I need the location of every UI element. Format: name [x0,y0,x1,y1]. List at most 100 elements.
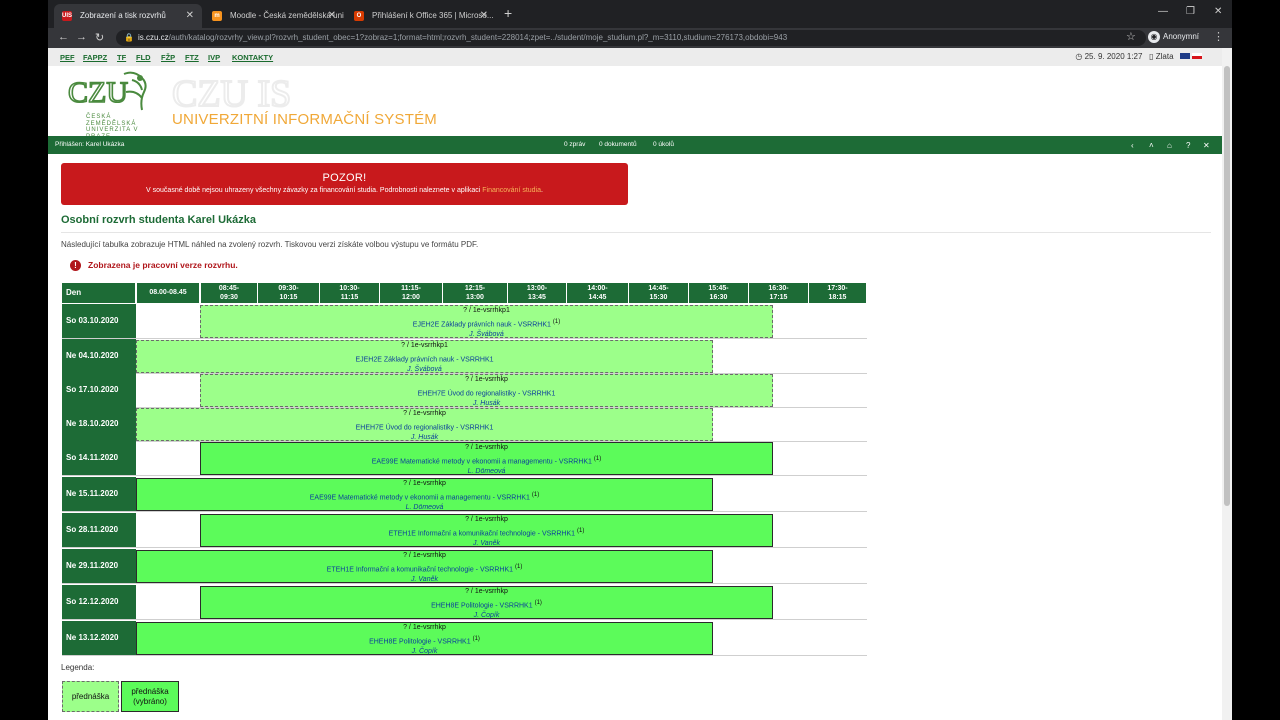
web-page: PEF FAPPZ TF FLD FŽP FTZ IVP KONTAKTY ◷ … [48,48,1232,720]
lecture-event[interactable]: ? / 1e-vsrrhkp EHEH7E Úvod do regionalist… [136,408,713,441]
faculty-link-tf[interactable]: TF [117,53,126,62]
event-course[interactable]: EHEH7E Úvod do regionalistiky - VSRRHK1 [418,390,556,397]
header-timeslot: 17:30- 18:15 [809,283,867,303]
scrollbar-thumb[interactable] [1224,66,1230,506]
home-icon[interactable]: ⌂ [1167,141,1172,150]
new-tab-icon[interactable]: + [504,5,512,21]
event-course[interactable]: ETEH1E Informační a komunikační technolo… [389,530,575,537]
documents-count[interactable]: 0 dokumentů [599,141,637,148]
minimize-icon[interactable]: — [1158,6,1168,17]
messages-count[interactable]: 0 zpráv [564,141,585,148]
faculty-link-fzp[interactable]: FŽP [161,53,175,62]
lecture-event[interactable]: ? / 1e-vsrrhkp EAE99E Matematické metody … [200,442,773,475]
header-timeslot: 08:45- 09:30 [201,283,258,303]
tasks-count[interactable]: 0 úkolů [653,141,674,148]
day-cell: Ne 29.11.2020 [62,549,136,583]
back-icon[interactable]: ← [58,31,69,43]
up-icon[interactable]: ˄ [1149,141,1154,150]
timeslot-start: 15:45- [708,285,729,292]
timeslot-end: 10:15 [279,293,298,301]
datetime: 25. 9. 2020 1:27 [1084,52,1143,61]
event-course-line: EHEH7E Úvod do regionalistiky - VSRRHK1 [137,420,712,434]
uis-watermark-icon: CZU IS [172,72,292,112]
table-row: So 03.10.2020 ? / 1e-vsrrhkp1 EJEH2E Zákla… [62,304,867,339]
event-course[interactable]: EJEH2E Základy právních nauk - VSRRHK1 [355,356,493,363]
event-course[interactable]: EHEH8E Politologie - VSRRHK1 [431,602,533,609]
restore-icon[interactable]: ❐ [1186,6,1195,17]
table-row: Ne 13.12.2020 ? / 1e-vsrrhkp EHEH8E Polito… [62,621,867,656]
bookmark-star-icon[interactable]: ☆ [1126,30,1136,43]
day-cell: So 12.12.2020 [62,585,136,619]
close-icon[interactable]: ✕ [480,4,488,28]
faculty-link-pef[interactable]: PEF [60,53,75,62]
flag-cz-icon[interactable] [1192,53,1202,59]
scrollbar[interactable] [1222,48,1232,720]
back-nav-icon[interactable]: ‹ [1131,141,1134,150]
event-course[interactable]: EAE99E Matematické metody v ekonomii a m… [372,458,592,465]
faculty-link-ftz[interactable]: FTZ [185,53,199,62]
financing-link[interactable]: Financování studia [482,187,541,194]
site-header: CZU ČESKÁ ZEMĚDĚLSKÁ UNIVERZITA V PRAZE … [48,66,1222,140]
timeslot-end: 11:15 [340,293,359,301]
event-course-line: EAE99E Matematické metody v ekonomii a m… [137,490,712,504]
timeslot-start: 13:00- [526,285,548,292]
close-icon[interactable]: ✕ [328,4,336,28]
logout-close-icon[interactable]: ✕ [1203,141,1210,150]
reload-icon[interactable]: ↻ [95,31,104,44]
faculty-link-kontakty[interactable]: KONTAKTY [232,53,273,62]
event-course[interactable]: EHEH7E Úvod do regionalistiky - VSRRHK1 [356,424,494,431]
tab-schedule[interactable]: UIS Zobrazení a tisk rozvrhů ✕ [54,4,202,28]
forward-icon[interactable]: → [76,31,87,43]
tab-moodle[interactable]: m Moodle - Česká zemědělská uni... ✕ [204,4,344,28]
lecture-event[interactable]: ? / 1e-vsrrhkp1 EJEH2E Základy právních n… [136,340,713,373]
event-course-line: EHEH8E Politologie - VSRRHK1 (1) [201,598,772,612]
url-input[interactable]: 🔒 is.czu.cz/auth/katalog/rozvrhy_view.pl… [116,30,1146,46]
event-room: ? / 1e-vsrrhkp [465,588,508,595]
event-course[interactable]: EJEH2E Základy právních nauk - VSRRHK1 [413,321,551,328]
lecture-event[interactable]: ? / 1e-vsrrhkp ETEH1E Informační a komuni… [200,514,773,547]
event-note: (1) [552,318,561,325]
day-cell: So 17.10.2020 [62,373,136,407]
browser-tab-strip: UIS Zobrazení a tisk rozvrhů ✕ m Moodle … [48,0,1232,28]
window-close-icon[interactable]: ✕ [1214,6,1222,17]
timeslot-end: 16:30 [709,293,728,301]
table-row: Ne 04.10.2020 ? / 1e-vsrrhkp1 EJEH2E Zákla… [62,339,867,374]
divider [61,232,1211,233]
event-room: ? / 1e-vsrrhkp1 [463,307,510,314]
event-course[interactable]: ETEH1E Informační a komunikační technolo… [327,566,513,573]
warning-icon: ! [70,260,81,271]
table-row: Ne 18.10.2020 ? / 1e-vsrrhkp EHEH7E Úvod d… [62,407,867,442]
czu-logo[interactable]: CZU ČESKÁ ZEMĚDĚLSKÁ UNIVERZITA V PRAZE [66,70,158,140]
page-title: Osobní rozvrh studenta Karel Ukázka [61,214,256,226]
legend-lecture-selected: přednáška (vybráno) [121,681,179,712]
faculty-link-fld[interactable]: FLD [136,53,151,62]
tab-office365[interactable]: O Přihlášení k Office 365 | Microso... ✕ [346,4,496,28]
close-icon[interactable]: ✕ [186,4,194,28]
help-icon[interactable]: ? [1186,141,1190,150]
lecture-event[interactable]: ? / 1e-vsrrhkp EHEH7E Úvod do regionalist… [200,374,773,407]
clock-icon: ◷ [1075,52,1083,61]
lecture-event[interactable]: ? / 1e-vsrrhkp EHEH8E Politologie - VSRRH… [200,586,773,619]
table-row: So 17.10.2020 ? / 1e-vsrrhkp EHEH7E Úvod d… [62,373,867,408]
legend-lecture-label: přednáška [71,692,110,701]
event-course-line: ETEH1E Informační a komunikační technolo… [201,526,772,540]
event-course-line: EJEH2E Základy právních nauk - VSRRHK1 [137,352,712,366]
event-course-line: EJEH2E Základy právních nauk - VSRRHK1 (… [201,317,772,331]
lecture-event[interactable]: ? / 1e-vsrrhkp EAE99E Matematické metody … [136,478,713,511]
svg-text:CZU IS: CZU IS [172,73,291,112]
event-course[interactable]: EAE99E Matematické metody v ekonomii a m… [310,494,530,501]
event-room: ? / 1e-vsrrhkp [465,444,508,451]
legend-title: Legenda: [61,663,95,672]
table-row: So 12.12.2020 ? / 1e-vsrrhkp EHEH8E Polito… [62,585,867,620]
timeslot-end: 17:15 [769,293,788,301]
flag-en-icon[interactable] [1180,53,1190,59]
lecture-event[interactable]: ? / 1e-vsrrhkp1 EJEH2E Základy právních n… [200,305,773,338]
faculty-link-fappz[interactable]: FAPPZ [83,53,107,62]
menu-kebab-icon[interactable]: ⋮ [1213,30,1224,43]
event-course-line: EHEH7E Úvod do regionalistiky - VSRRHK1 [201,386,772,400]
lecture-event[interactable]: ? / 1e-vsrrhkp ETEH1E Informační a komuni… [136,550,713,583]
profile-button[interactable]: ◉ Anonymní [1148,31,1199,43]
faculty-link-ivp[interactable]: IVP [208,53,220,62]
event-course[interactable]: EHEH8E Politologie - VSRRHK1 [369,638,471,645]
lecture-event[interactable]: ? / 1e-vsrrhkp EHEH8E Politologie - VSRRH… [136,622,713,655]
